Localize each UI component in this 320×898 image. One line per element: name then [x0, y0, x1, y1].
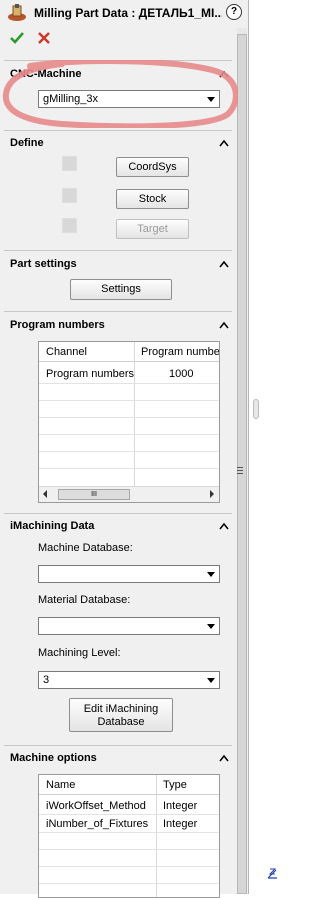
ok-check-icon[interactable] — [10, 31, 24, 45]
section-header-part-settings[interactable]: Part settings — [10, 258, 77, 270]
machine-options-table[interactable]: Name Type iWorkOffset_Method Integer iNu… — [38, 774, 220, 898]
panel-collapse-handle[interactable] — [253, 399, 259, 419]
cell-program-number[interactable]: 1000 — [169, 368, 193, 380]
column-divider — [134, 342, 135, 487]
column-header-name[interactable]: Name — [46, 779, 75, 791]
target-status-checkbox — [62, 218, 77, 233]
cell-option-name[interactable]: iWorkOffset_Method — [46, 800, 146, 812]
section-header-imachining-data[interactable]: iMachining Data — [10, 520, 94, 532]
separator — [4, 745, 232, 746]
column-header-channel[interactable]: Channel — [46, 346, 87, 358]
row-divider — [39, 814, 219, 815]
stock-status-checkbox — [62, 188, 77, 203]
scroll-left-icon[interactable] — [42, 490, 48, 498]
cell-option-type[interactable]: Integer — [163, 800, 197, 812]
row-divider — [39, 383, 219, 384]
section-header-machine-options[interactable]: Machine options — [10, 752, 97, 764]
chevron-up-icon[interactable] — [219, 522, 229, 530]
row-divider — [39, 451, 219, 452]
scrollbar-grip-icon — [237, 467, 243, 474]
separator — [4, 130, 232, 131]
milling-part-icon — [8, 4, 26, 21]
graphics-area — [248, 0, 278, 894]
column-header-type[interactable]: Type — [163, 779, 187, 791]
stock-button[interactable]: Stock — [116, 189, 189, 209]
program-numbers-table[interactable]: Channel Program number Program numbers 1… — [38, 341, 220, 503]
settings-button[interactable]: Settings — [70, 279, 172, 300]
separator — [4, 513, 232, 514]
chevron-up-icon[interactable] — [219, 754, 229, 762]
chevron-up-icon[interactable] — [219, 139, 229, 147]
column-header-program-number[interactable]: Program number — [141, 346, 219, 358]
cell-option-type[interactable]: Integer — [163, 818, 197, 830]
table-hscrollbar[interactable]: III — [39, 486, 219, 502]
section-header-define[interactable]: Define — [10, 137, 44, 149]
coordsys-status-checkbox — [62, 156, 77, 171]
title-bar: Milling Part Data : ДЕТАЛЬ1_МІ... ? — [0, 0, 248, 26]
edit-imachining-database-button[interactable]: Edit iMachining Database — [69, 698, 173, 732]
highlight-annotation — [2, 60, 238, 128]
machine-database-select[interactable] — [38, 565, 220, 583]
machining-level-label: Machining Level: — [38, 647, 121, 659]
dropdown-arrow-icon[interactable] — [207, 624, 215, 629]
row-divider — [39, 866, 219, 867]
scroll-right-icon[interactable] — [209, 490, 215, 498]
row-divider — [39, 468, 219, 469]
dropdown-arrow-icon[interactable] — [207, 572, 215, 577]
chevron-up-icon[interactable] — [219, 260, 229, 268]
help-icon[interactable]: ? — [226, 4, 242, 20]
material-database-label: Material Database: — [38, 594, 131, 606]
separator — [4, 250, 232, 251]
axis-triad-icon — [267, 868, 277, 879]
row-divider — [39, 883, 219, 884]
material-database-select[interactable] — [38, 617, 220, 635]
machining-level-select[interactable]: 3 — [38, 671, 220, 689]
cell-channel[interactable]: Program numbers — [46, 368, 134, 380]
panel-divider — [248, 0, 249, 894]
cancel-x-icon[interactable] — [37, 31, 51, 45]
coordsys-button[interactable]: CoordSys — [116, 157, 189, 177]
chevron-up-icon[interactable] — [219, 321, 229, 329]
window-title: Milling Part Data : ДЕТАЛЬ1_МІ... — [34, 6, 222, 20]
separator — [4, 311, 232, 312]
edit-imachining-line1: Edit iMachining — [83, 703, 159, 715]
section-header-program-numbers[interactable]: Program numbers — [10, 319, 105, 331]
row-divider — [39, 832, 219, 833]
row-divider — [39, 849, 219, 850]
target-button[interactable]: Target — [116, 219, 189, 239]
cell-option-name[interactable]: iNumber_of_Fixtures — [46, 818, 148, 830]
column-divider — [156, 775, 157, 897]
row-divider — [39, 417, 219, 418]
edit-imachining-line2: Database — [97, 716, 145, 728]
dropdown-arrow-icon[interactable] — [207, 678, 215, 683]
row-divider — [39, 400, 219, 401]
machine-database-label: Machine Database: — [38, 542, 133, 554]
row-divider — [39, 434, 219, 435]
machining-level-value: 3 — [43, 674, 50, 686]
table-hscroll-thumb[interactable]: III — [58, 489, 130, 500]
